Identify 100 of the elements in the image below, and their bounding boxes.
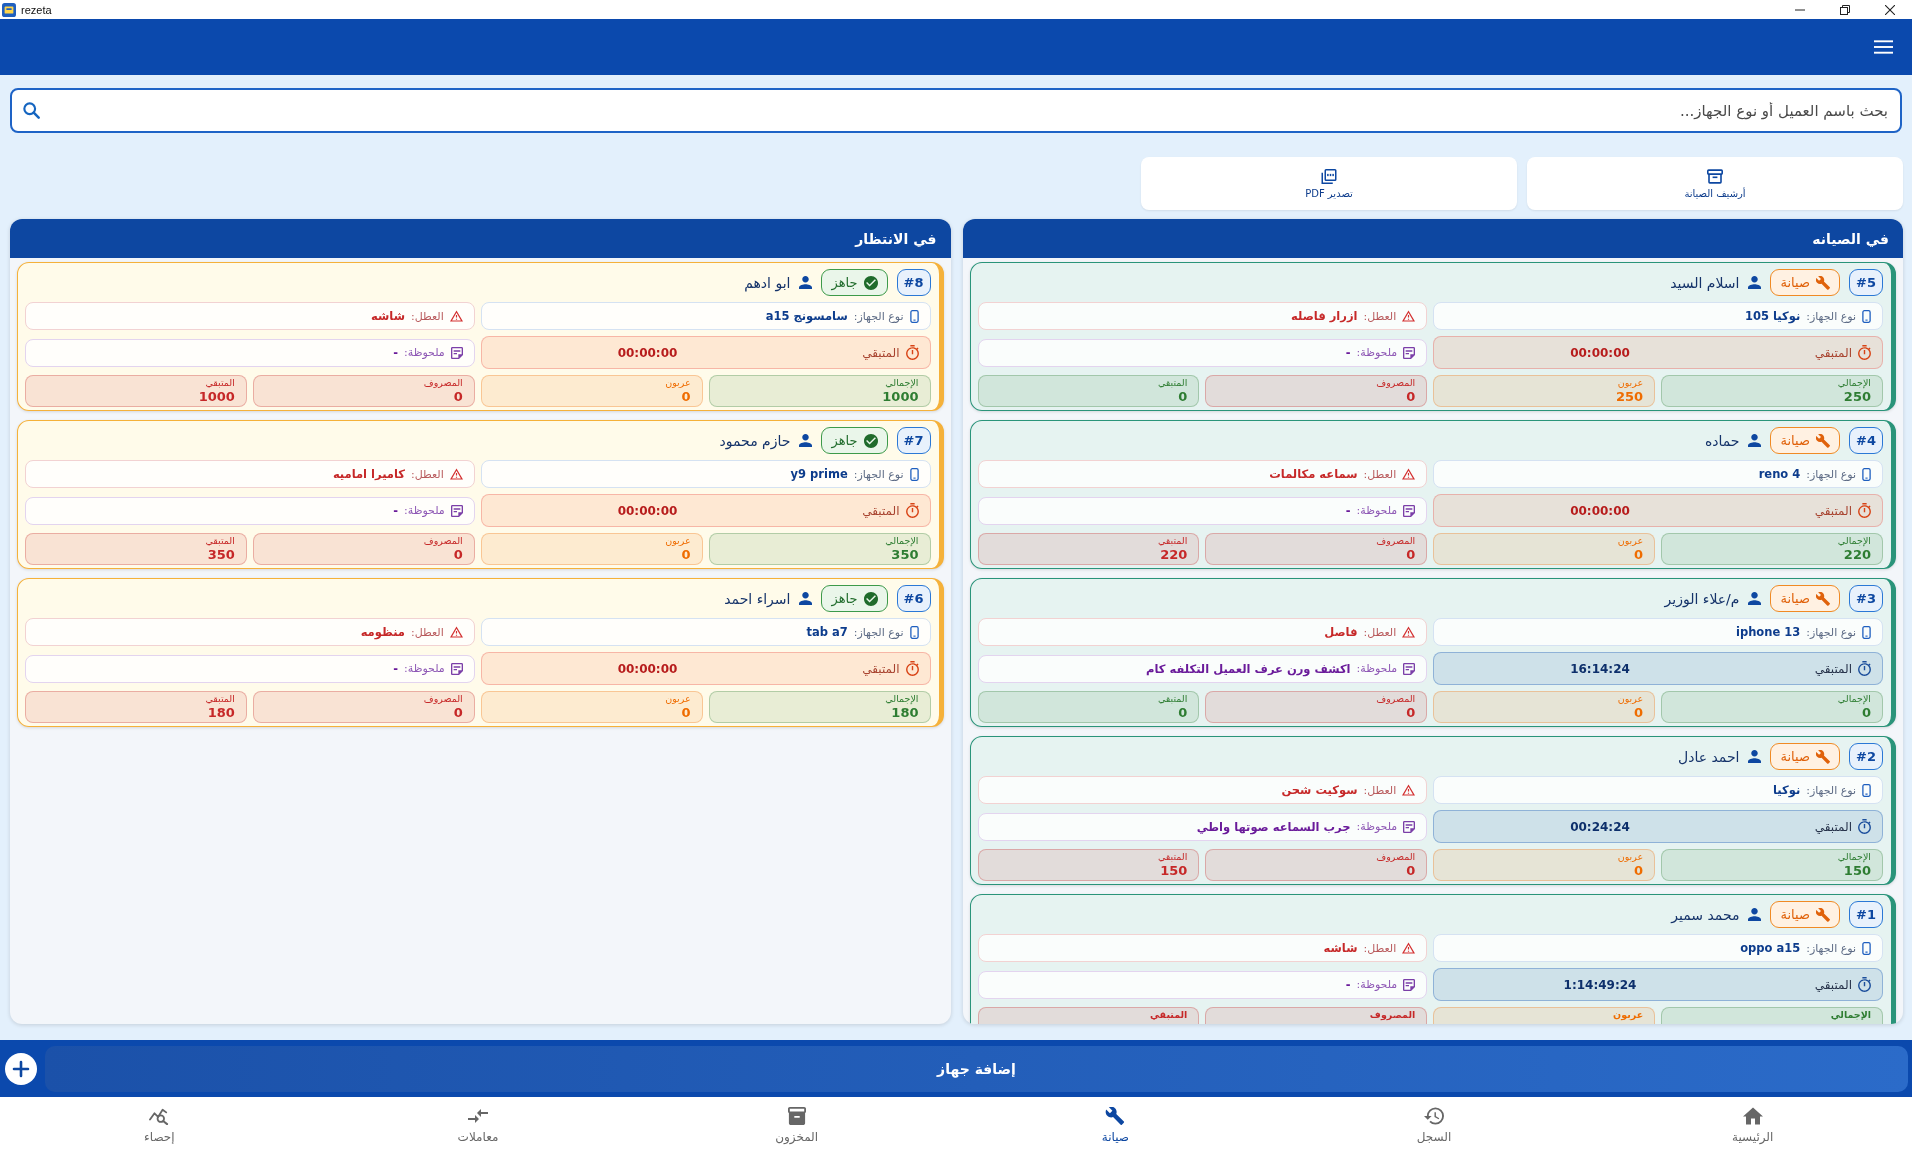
timer-icon <box>1858 345 1871 360</box>
stat-label: المتبقي <box>1149 1009 1188 1021</box>
nav-tab[interactable]: إحصاء <box>0 1097 319 1154</box>
stat-value: 350 <box>207 547 235 563</box>
timer-icon <box>1858 661 1871 676</box>
stat-label: المصروف <box>423 377 463 389</box>
device-value: y9 prime <box>790 467 848 481</box>
stat-value: 0 <box>1178 389 1188 405</box>
stat-value: 0 <box>453 547 463 563</box>
nav-tab[interactable]: الرئيسية <box>1593 1097 1912 1154</box>
status-label: صيانة <box>1780 433 1810 448</box>
nav-tab[interactable]: المخزون <box>637 1097 956 1154</box>
fault-label: العطل: <box>1363 309 1397 323</box>
menu-icon[interactable] <box>1874 40 1893 54</box>
nav-tab[interactable]: معاملات <box>318 1097 638 1154</box>
warning-icon <box>1402 310 1416 322</box>
person-icon <box>1748 434 1762 447</box>
stat-label: المصروف <box>1369 1009 1416 1021</box>
stat-value: 0 <box>453 389 463 405</box>
stat-value: 0 <box>453 705 463 721</box>
stat-label: الإجمالي <box>1830 1009 1871 1021</box>
job-number: #1 <box>1849 901 1883 928</box>
wrench-icon <box>1816 907 1830 922</box>
note-icon <box>1403 662 1416 675</box>
customer-name: محمد سمير <box>1671 906 1740 923</box>
close-icon[interactable] <box>1884 4 1895 15</box>
phone-icon <box>1862 467 1871 481</box>
stat-value: 0 <box>681 547 691 563</box>
wrench-icon <box>1816 275 1830 290</box>
stat-label: عربون <box>1617 693 1644 705</box>
note-icon <box>450 662 463 675</box>
nav-tab[interactable]: صيانة <box>956 1097 1275 1154</box>
stat-label: الإجمالي <box>885 535 919 547</box>
add-device-button[interactable]: إضافة جهاز <box>45 1045 1908 1092</box>
note-label: ملحوظة: <box>1356 504 1398 517</box>
stat-label: الإجمالي <box>1837 693 1871 705</box>
stat-value: 220 <box>1160 547 1188 563</box>
stat-label: المصروف <box>1376 693 1416 705</box>
status-label: صيانة <box>1780 907 1810 922</box>
fault-label: العطل: <box>1363 625 1397 639</box>
person-icon <box>1748 592 1762 605</box>
job-number: #8 <box>896 269 931 296</box>
note-label: ملحوظة: <box>1356 978 1398 991</box>
device-label: نوع الجهاز: <box>1806 625 1856 639</box>
note-icon <box>450 346 463 359</box>
note-value: - <box>1345 503 1351 518</box>
person-icon <box>799 434 813 447</box>
stat-value: 0 <box>1406 705 1416 721</box>
stat-label: الإجمالي <box>885 693 919 705</box>
archive-button[interactable]: أرشيف الصيانة <box>1527 157 1903 210</box>
person-icon <box>799 276 813 289</box>
home-icon <box>1742 1107 1763 1125</box>
stat-value: 0 <box>681 705 691 721</box>
pdf-export-button[interactable]: تصدير PDF <box>1141 157 1517 210</box>
stat-value: 0 <box>1634 705 1644 721</box>
stat-label: المصروف <box>1376 851 1416 863</box>
app-icon <box>2 2 16 17</box>
person-icon <box>1748 750 1762 763</box>
stat-value: 180 <box>891 705 919 721</box>
stat-value: 180 <box>207 705 235 721</box>
restore-icon[interactable] <box>1839 4 1850 15</box>
note-value: - <box>393 661 399 676</box>
phone-icon <box>1862 783 1871 797</box>
device-label: نوع الجهاز: <box>1806 309 1856 323</box>
fault-value: كاميرا اماميه <box>332 467 405 481</box>
timer-value: 00:00:00 <box>1569 503 1631 518</box>
plus-icon[interactable] <box>5 1052 37 1085</box>
nav-tab[interactable]: السجل <box>1274 1097 1594 1154</box>
person-icon <box>799 592 813 605</box>
customer-name: احمد عادل <box>1678 748 1740 765</box>
note-label: ملحوظة: <box>404 346 445 359</box>
stat-label: المتبقي <box>1157 693 1188 705</box>
history-icon <box>1424 1107 1444 1125</box>
note-value: - <box>1345 345 1351 360</box>
note-value: اكشف ورن عرف العميل التكلفه كام <box>1146 661 1351 676</box>
timer-icon <box>1858 819 1871 834</box>
fault-label: العطل: <box>1363 467 1397 481</box>
job-number: #3 <box>1849 585 1883 612</box>
note-icon <box>1403 820 1416 833</box>
device-value: نوكيا <box>1773 783 1801 797</box>
fault-value: شاشه <box>1323 941 1358 955</box>
fault-value: سماعه مكالمات <box>1269 467 1358 481</box>
warning-icon <box>449 468 463 480</box>
fault-value: شاشه <box>371 309 405 323</box>
note-icon <box>1403 346 1416 359</box>
stat-label: عربون <box>665 377 691 389</box>
status-label: صيانة <box>1780 275 1810 290</box>
archive-icon <box>1707 168 1723 184</box>
device-value: oppo a15 <box>1740 941 1801 955</box>
stat-value: 1000 <box>882 389 919 405</box>
timer-label: المتبقي <box>1814 661 1852 676</box>
device-value: reno 4 <box>1758 467 1801 481</box>
column-title: في الصيانه <box>1812 230 1889 247</box>
stat-label: المصروف <box>1376 377 1416 389</box>
job-number: #2 <box>1849 743 1883 770</box>
note-label: ملحوظة: <box>1356 820 1398 833</box>
timer-icon <box>1858 977 1871 992</box>
phone-icon <box>1862 309 1871 323</box>
stat-value: 220 <box>1843 547 1871 563</box>
phone-icon <box>909 467 919 481</box>
